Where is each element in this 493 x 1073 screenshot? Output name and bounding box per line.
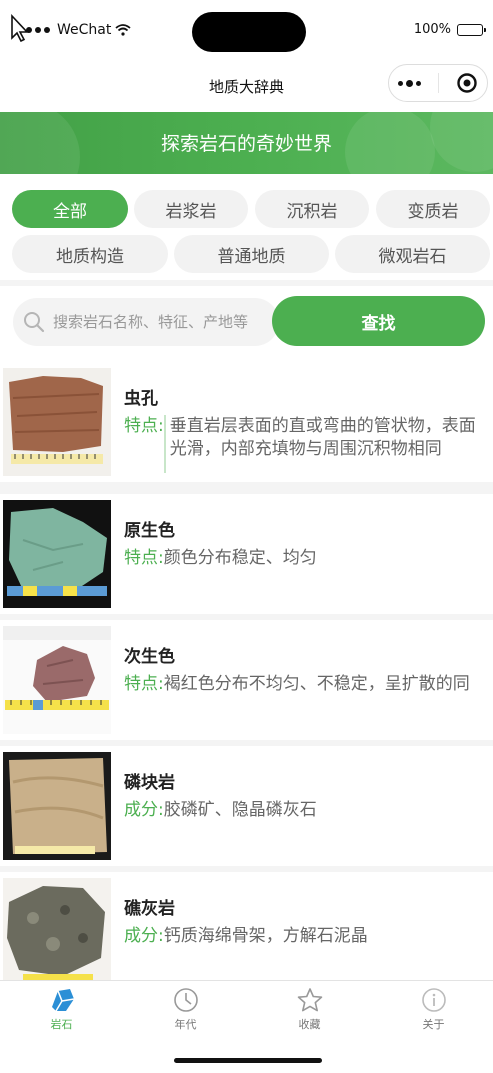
tab-about[interactable]: 关于 bbox=[372, 987, 493, 1037]
signal-icon bbox=[26, 27, 50, 33]
status-bar: WeChat 100% bbox=[0, 0, 493, 62]
tab-label: 关于 bbox=[422, 1018, 445, 1031]
camera-notch bbox=[192, 12, 306, 52]
rock-attribute: 成分: 钙质海绵骨架，方解石泥晶 bbox=[124, 925, 484, 980]
attribute-value: 垂直岩层表面的直或弯曲的管状物，表面光滑，内部充填物与周围沉积物相同 bbox=[163, 415, 484, 473]
rock-attribute: 特点: 垂直岩层表面的直或弯曲的管状物，表面光滑，内部充填物与周围沉积物相同 bbox=[124, 415, 484, 473]
attribute-value: 钙质海绵骨架，方解石泥晶 bbox=[163, 926, 368, 946]
star-icon bbox=[297, 988, 322, 1012]
nav-bar: 地质大辞典 bbox=[0, 62, 493, 112]
rock-icon bbox=[51, 989, 74, 1012]
list-item[interactable]: 次生色 特点: 褐红色分布不均匀、不稳定，呈扩散的同心圆状 bbox=[0, 620, 493, 740]
banner: 探索岩石的奇妙世界 bbox=[0, 112, 493, 174]
tab-label: 收藏 bbox=[298, 1018, 321, 1031]
search-icon bbox=[24, 312, 45, 333]
clock-icon bbox=[173, 988, 198, 1012]
attribute-label: 成分: bbox=[124, 800, 164, 820]
more-icon[interactable] bbox=[397, 79, 421, 87]
status-carrier: WeChat bbox=[26, 22, 131, 38]
attribute-label: 特点: bbox=[124, 674, 164, 694]
rock-list: 虫孔 特点: 垂直岩层表面的直或弯曲的管状物，表面光滑，内部充填物与周围沉积物相… bbox=[0, 362, 493, 980]
category-chip-igneous[interactable]: 岩浆岩 bbox=[134, 190, 248, 228]
info-icon bbox=[421, 988, 446, 1012]
search-box[interactable] bbox=[13, 298, 279, 346]
home-indicator bbox=[174, 1058, 322, 1063]
rock-thumbnail bbox=[3, 368, 111, 476]
mini-program-capsule bbox=[388, 64, 488, 102]
attribute-label: 成分: bbox=[124, 926, 164, 946]
wifi-icon bbox=[115, 24, 131, 36]
category-chip-all[interactable]: 全部 bbox=[12, 190, 128, 228]
tab-bar: 岩石 年代 收藏 关于 bbox=[0, 980, 493, 1040]
close-target-icon[interactable] bbox=[456, 72, 478, 94]
rock-attribute: 特点: 褐红色分布不均匀、不稳定，呈扩散的同心圆状 bbox=[124, 673, 484, 696]
category-chip-general[interactable]: 普通地质 bbox=[174, 235, 329, 273]
list-item[interactable]: 磷块岩 成分: 胶磷矿、隐晶磷灰石 bbox=[0, 746, 493, 866]
rock-thumbnail bbox=[3, 500, 111, 608]
attribute-value: 褐红色分布不均匀、不稳定，呈扩散的同心圆状 bbox=[163, 674, 470, 694]
attribute-label: 特点: bbox=[124, 548, 164, 568]
search-input[interactable] bbox=[53, 313, 273, 331]
rock-thumbnail bbox=[3, 878, 111, 980]
carrier-name: WeChat bbox=[57, 22, 112, 38]
rock-attribute: 特点: 颜色分布稳定、均匀 bbox=[124, 547, 484, 605]
battery-percent: 100% bbox=[413, 22, 451, 37]
rock-title: 次生色 bbox=[124, 647, 175, 667]
tab-label: 年代 bbox=[174, 1018, 197, 1031]
attribute-value: 胶磷矿、隐晶磷灰石 bbox=[163, 800, 317, 820]
battery-icon bbox=[457, 23, 486, 36]
tab-label: 岩石 bbox=[50, 1018, 73, 1031]
rock-thumbnail bbox=[3, 752, 111, 860]
tab-era[interactable]: 年代 bbox=[124, 987, 247, 1037]
category-chip-micro[interactable]: 微观岩石 bbox=[335, 235, 490, 273]
category-filter: 全部 岩浆岩 沉积岩 变质岩 地质构造 普通地质 微观岩石 bbox=[0, 182, 493, 280]
rock-attribute: 成分: 胶磷矿、隐晶磷灰石 bbox=[124, 799, 484, 857]
tab-rocks[interactable]: 岩石 bbox=[0, 987, 123, 1037]
search-section: 查找 bbox=[0, 286, 493, 356]
category-chip-structure[interactable]: 地质构造 bbox=[12, 235, 168, 273]
rock-title: 磷块岩 bbox=[124, 773, 175, 793]
attribute-label: 特点: bbox=[124, 416, 164, 436]
category-chip-sedimentary[interactable]: 沉积岩 bbox=[255, 190, 369, 228]
rock-thumbnail bbox=[3, 626, 111, 734]
list-item[interactable]: 礁灰岩 成分: 钙质海绵骨架，方解石泥晶 bbox=[0, 872, 493, 980]
rock-title: 虫孔 bbox=[124, 389, 158, 409]
category-chip-metamorphic[interactable]: 变质岩 bbox=[376, 190, 490, 228]
status-battery: 100% bbox=[413, 22, 486, 37]
attribute-value: 颜色分布稳定、均匀 bbox=[163, 548, 317, 568]
list-item[interactable]: 原生色 特点: 颜色分布稳定、均匀 bbox=[0, 494, 493, 614]
tab-favorites[interactable]: 收藏 bbox=[248, 987, 371, 1037]
search-button[interactable]: 查找 bbox=[272, 296, 485, 346]
capsule-divider bbox=[437, 73, 439, 93]
rock-title: 礁灰岩 bbox=[124, 899, 175, 919]
list-item[interactable]: 虫孔 特点: 垂直岩层表面的直或弯曲的管状物，表面光滑，内部充填物与周围沉积物相… bbox=[0, 362, 493, 482]
banner-text: 探索岩石的奇妙世界 bbox=[160, 133, 332, 155]
rock-title: 原生色 bbox=[124, 521, 175, 541]
